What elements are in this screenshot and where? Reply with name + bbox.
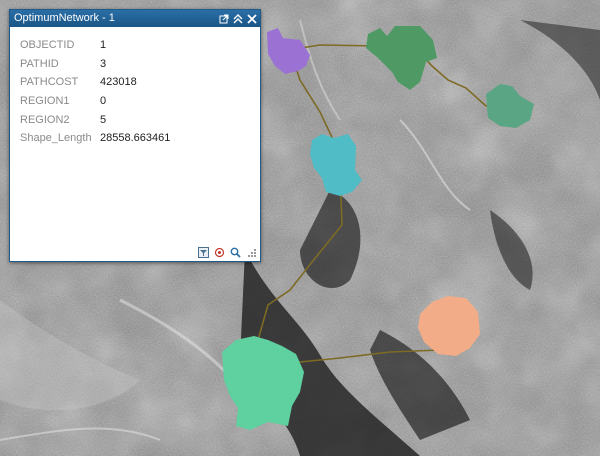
filter-icon[interactable] <box>198 247 209 258</box>
attribute-row: REGION2 5 <box>20 110 170 129</box>
attribute-value: 0 <box>100 95 107 108</box>
attribute-name: PATHID <box>20 57 59 70</box>
pan-to-icon[interactable] <box>214 247 225 258</box>
attribute-popup[interactable]: OptimumNetwork - 1 OBJECTID 1 PATHID 3 P… <box>9 9 261 262</box>
popup-header-icons <box>219 10 257 27</box>
attribute-value: 5 <box>100 113 107 126</box>
attribute-row: Shape_Length 28558.663461 <box>20 129 170 148</box>
attribute-table: OBJECTID 1 PATHID 3 PATHCOST 423018 REGI… <box>20 36 170 148</box>
close-icon[interactable] <box>247 13 257 24</box>
popup-title: OptimumNetwork - 1 <box>14 12 115 24</box>
attribute-row: PATHID 3 <box>20 55 170 74</box>
resize-grip-icon[interactable] <box>246 247 257 258</box>
attribute-value: 3 <box>100 57 107 70</box>
attribute-row: PATHCOST 423018 <box>20 73 170 92</box>
attribute-row: OBJECTID 1 <box>20 36 170 55</box>
attribute-row: REGION1 0 <box>20 92 170 111</box>
attribute-name: PATHCOST <box>20 76 79 89</box>
attribute-value: 28558.663461 <box>100 132 171 145</box>
attribute-name: REGION1 <box>20 95 70 108</box>
popup-footer <box>198 247 257 258</box>
popup-header[interactable]: OptimumNetwork - 1 <box>10 10 260 27</box>
popout-icon[interactable] <box>219 14 229 24</box>
attribute-name: Shape_Length <box>20 132 92 145</box>
attribute-value: 1 <box>100 39 107 52</box>
zoom-to-icon[interactable] <box>230 247 241 258</box>
attribute-name: REGION2 <box>20 113 70 126</box>
collapse-icon[interactable] <box>233 13 243 24</box>
attribute-name: OBJECTID <box>20 39 75 52</box>
attribute-value: 423018 <box>100 76 137 89</box>
